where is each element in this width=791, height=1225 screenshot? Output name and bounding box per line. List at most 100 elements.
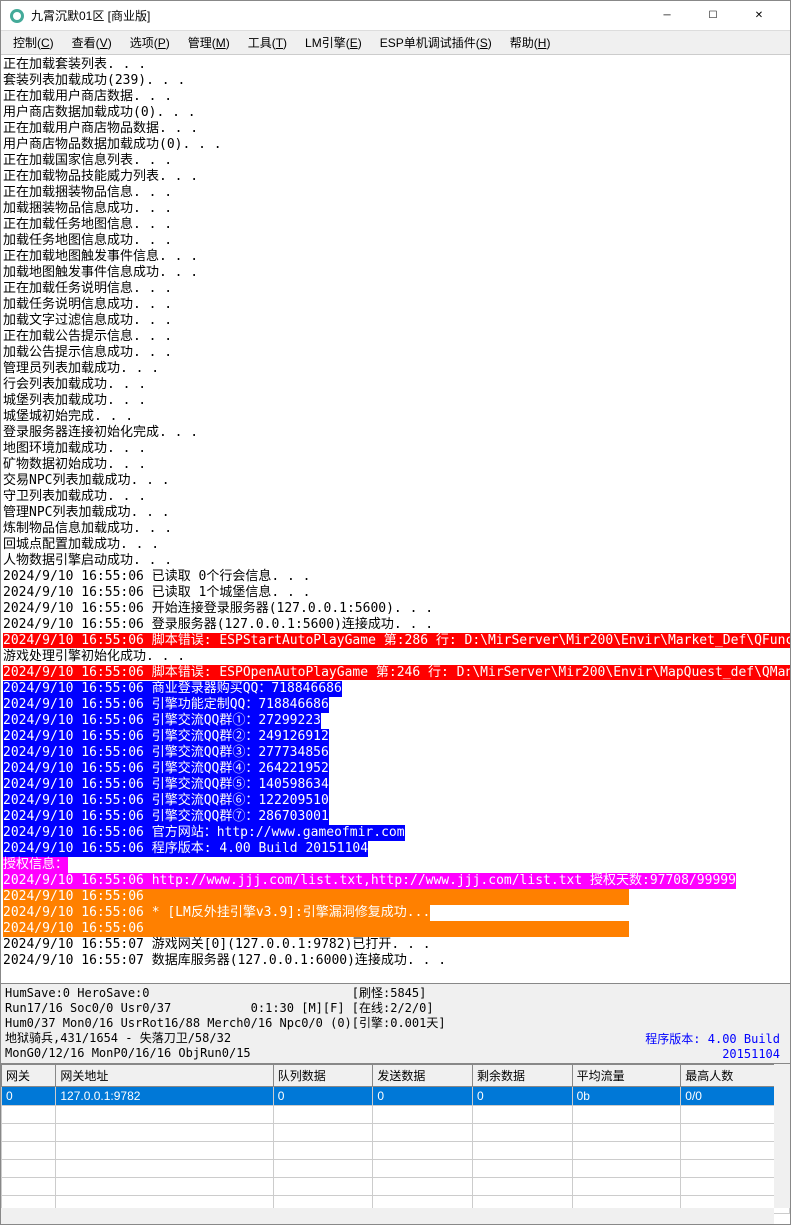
log-line: 授权信息： bbox=[3, 857, 68, 873]
log-line: 2024/9/10 16:55:06 引擎交流QQ群⑤：140598634 bbox=[3, 777, 329, 793]
log-line: 2024/9/10 16:55:06 引擎交流QQ群①：27299223 bbox=[3, 713, 321, 729]
column-header[interactable]: 网关地址 bbox=[56, 1065, 273, 1087]
log-line: 2024/9/10 16:55:06 已读取 1个城堡信息. . . bbox=[3, 585, 311, 600]
minimize-button[interactable]: ─ bbox=[644, 1, 690, 31]
log-line: 2024/9/10 16:55:07 游戏网关[0](127.0.0.1:978… bbox=[3, 937, 431, 952]
log-line: 加载任务说明信息成功. . . bbox=[3, 297, 172, 312]
log-line: 回城点配置加载成功. . . bbox=[3, 537, 159, 552]
log-line: 正在加载套装列表. . . bbox=[3, 57, 146, 72]
log-line: 城堡列表加载成功. . . bbox=[3, 393, 146, 408]
log-line: 2024/9/10 16:55:06 引擎交流QQ群⑥：122209510 bbox=[3, 793, 329, 809]
window-title: 九霄沉默01区 [商业版] bbox=[31, 7, 644, 24]
log-line: 2024/9/10 16:55:06 * [LM反外挂引擎v3.9]:引擎漏洞修… bbox=[3, 905, 430, 921]
log-line: 2024/9/10 16:55:07 数据库服务器(127.0.0.1:6000… bbox=[3, 953, 446, 968]
menubar: 控制(C)查看(V)选项(P)管理(M)工具(T)LM引擎(E)ESP单机调试插… bbox=[1, 31, 790, 55]
menu-t[interactable]: 工具(T) bbox=[240, 32, 295, 53]
log-line: 正在加载用户商店数据. . . bbox=[3, 89, 172, 104]
log-line: 加载捆装物品信息成功. . . bbox=[3, 201, 172, 216]
log-line: 用户商店数据加载成功(0). . . bbox=[3, 105, 196, 120]
table-header-row: 网关网关地址队列数据发送数据剩余数据平均流量最高人数 bbox=[2, 1065, 790, 1087]
log-line: 正在加载任务说明信息. . . bbox=[3, 281, 172, 296]
status-map: 地狱骑兵,431/1654 - 失落刀卫/58/32 bbox=[5, 1031, 352, 1046]
titlebar: 九霄沉默01区 [商业版] ─ ☐ ✕ bbox=[1, 1, 790, 31]
status-humsave: HumSave:0 HeroSave:0 bbox=[5, 986, 352, 1001]
column-header[interactable]: 平均流量 bbox=[572, 1065, 681, 1087]
log-line: 正在加载用户商店物品数据. . . bbox=[3, 121, 198, 136]
close-button[interactable]: ✕ bbox=[736, 1, 782, 31]
log-line: 2024/9/10 16:55:06 引擎交流QQ群④：264221952 bbox=[3, 761, 329, 777]
status-online: [在线:2/2/0] bbox=[352, 1001, 612, 1016]
status-version: 程序版本: 4.00 Build 20151104 bbox=[612, 1030, 786, 1061]
log-line: 加载文字过滤信息成功. . . bbox=[3, 313, 172, 328]
log-line: 套装列表加载成功(239). . . bbox=[3, 73, 185, 88]
log-line: 2024/9/10 16:55:06 引擎交流QQ群②：249126912 bbox=[3, 729, 329, 745]
log-line: 2024/9/10 16:55:06 程序版本: 4.00 Build 2015… bbox=[3, 841, 368, 857]
log-panel[interactable]: 正在加载套装列表. . .套装列表加载成功(239). . .正在加载用户商店数… bbox=[1, 55, 790, 983]
menu-p[interactable]: 选项(P) bbox=[122, 32, 178, 53]
log-line: 加载地图触发事件信息成功. . . bbox=[3, 265, 198, 280]
status-hum: Hum0/37 Mon0/16 UsrRot16/88 Merch0/16 Np… bbox=[5, 1016, 352, 1031]
log-line: 炼制物品信息加载成功. . . bbox=[3, 521, 172, 536]
table-row[interactable] bbox=[2, 1142, 790, 1160]
log-line: 2024/9/10 16:55:06 开始连接登录服务器(127.0.0.1:5… bbox=[3, 601, 433, 616]
menu-m[interactable]: 管理(M) bbox=[180, 32, 238, 53]
log-line: 2024/9/10 16:55:06 引擎交流QQ群③：277734856 bbox=[3, 745, 329, 761]
log-line: 2024/9/10 16:55:06 bbox=[3, 921, 629, 937]
menu-e[interactable]: LM引擎(E) bbox=[297, 32, 370, 53]
gateway-grid-panel: 网关网关地址队列数据发送数据剩余数据平均流量最高人数 0127.0.0.1:97… bbox=[1, 1063, 790, 1224]
log-line: 行会列表加载成功. . . bbox=[3, 377, 146, 392]
log-line: 2024/9/10 16:55:06 引擎功能定制QQ：718846686 bbox=[3, 697, 329, 713]
log-line: 管理员列表加载成功. . . bbox=[3, 361, 159, 376]
log-line: 2024/9/10 16:55:06 商业登录器购买QQ：718846686 bbox=[3, 681, 342, 697]
log-line: 正在加载地图触发事件信息. . . bbox=[3, 249, 198, 264]
column-header[interactable]: 队列数据 bbox=[273, 1065, 373, 1087]
status-bar: HumSave:0 HeroSave:0 Run17/16 Soc0/0 Usr… bbox=[1, 983, 790, 1063]
main-window: 九霄沉默01区 [商业版] ─ ☐ ✕ 控制(C)查看(V)选项(P)管理(M)… bbox=[0, 0, 791, 1225]
log-line: 矿物数据初始成功. . . bbox=[3, 457, 146, 472]
status-run: Run17/16 Soc0/0 Usr0/37 0:1:30 [M][F] bbox=[5, 1001, 352, 1016]
table-row[interactable] bbox=[2, 1178, 790, 1196]
column-header[interactable]: 网关 bbox=[2, 1065, 56, 1087]
log-line: 2024/9/10 16:55:06 已读取 0个行会信息. . . bbox=[3, 569, 311, 584]
menu-h[interactable]: 帮助(H) bbox=[502, 32, 559, 53]
table-body: 0127.0.0.1:97820000b0/0 bbox=[2, 1087, 790, 1214]
menu-s[interactable]: ESP单机调试插件(S) bbox=[372, 32, 500, 53]
table-row[interactable]: 0127.0.0.1:97820000b0/0 bbox=[2, 1087, 790, 1106]
log-line: 用户商店物品数据加载成功(0). . . bbox=[3, 137, 222, 152]
app-icon bbox=[9, 8, 25, 24]
log-line: 加载公告提示信息成功. . . bbox=[3, 345, 172, 360]
log-line: 城堡城初始完成. . . bbox=[3, 409, 133, 424]
status-engine: [引擎:0.001天] bbox=[352, 1016, 612, 1031]
log-line: 2024/9/10 16:55:06 bbox=[3, 889, 629, 905]
menu-v[interactable]: 查看(V) bbox=[64, 32, 120, 53]
log-line: 2024/9/10 16:55:06 登录服务器(127.0.0.1:5600)… bbox=[3, 617, 433, 632]
log-line: 2024/9/10 16:55:06 官方网站：http://www.gameo… bbox=[3, 825, 405, 841]
column-header[interactable]: 发送数据 bbox=[373, 1065, 473, 1087]
table-row[interactable] bbox=[2, 1124, 790, 1142]
log-line: 正在加载国家信息列表. . . bbox=[3, 153, 172, 168]
log-line: 正在加载物品技能威力列表. . . bbox=[3, 169, 198, 184]
log-line: 登录服务器连接初始化完成. . . bbox=[3, 425, 198, 440]
log-line: 2024/9/10 16:55:06 引擎交流QQ群⑦：286703001 bbox=[3, 809, 329, 825]
log-line: 2024/9/10 16:55:06 脚本错误: ESPStartAutoPla… bbox=[3, 633, 790, 648]
log-line: 加载任务地图信息成功. . . bbox=[3, 233, 172, 248]
log-line: 正在加载公告提示信息. . . bbox=[3, 329, 172, 344]
table-row[interactable] bbox=[2, 1106, 790, 1124]
log-line: 2024/9/10 16:55:06 http://www.jjj.com/li… bbox=[3, 873, 736, 889]
maximize-button[interactable]: ☐ bbox=[690, 1, 736, 31]
log-line: 地图环境加载成功. . . bbox=[3, 441, 146, 456]
gateway-table[interactable]: 网关网关地址队列数据发送数据剩余数据平均流量最高人数 0127.0.0.1:97… bbox=[1, 1064, 790, 1214]
status-monster: [刷怪:5845] bbox=[352, 986, 612, 1001]
log-line: 守卫列表加载成功. . . bbox=[3, 489, 146, 504]
horizontal-scrollbar[interactable] bbox=[1, 1208, 774, 1224]
menu-c[interactable]: 控制(C) bbox=[5, 32, 62, 53]
vertical-scrollbar[interactable] bbox=[774, 1064, 790, 1208]
log-line: 游戏处理引擎初始化成功. . . bbox=[3, 649, 185, 664]
status-mong: MonG0/12/16 MonP0/16/16 ObjRun0/15 bbox=[5, 1046, 352, 1061]
log-line: 正在加载任务地图信息. . . bbox=[3, 217, 172, 232]
table-row[interactable] bbox=[2, 1160, 790, 1178]
column-header[interactable]: 剩余数据 bbox=[472, 1065, 572, 1087]
log-line: 管理NPC列表加载成功. . . bbox=[3, 505, 170, 520]
log-line: 交易NPC列表加载成功. . . bbox=[3, 473, 170, 488]
log-line: 2024/9/10 16:55:06 脚本错误: ESPOpenAutoPlay… bbox=[3, 665, 790, 680]
